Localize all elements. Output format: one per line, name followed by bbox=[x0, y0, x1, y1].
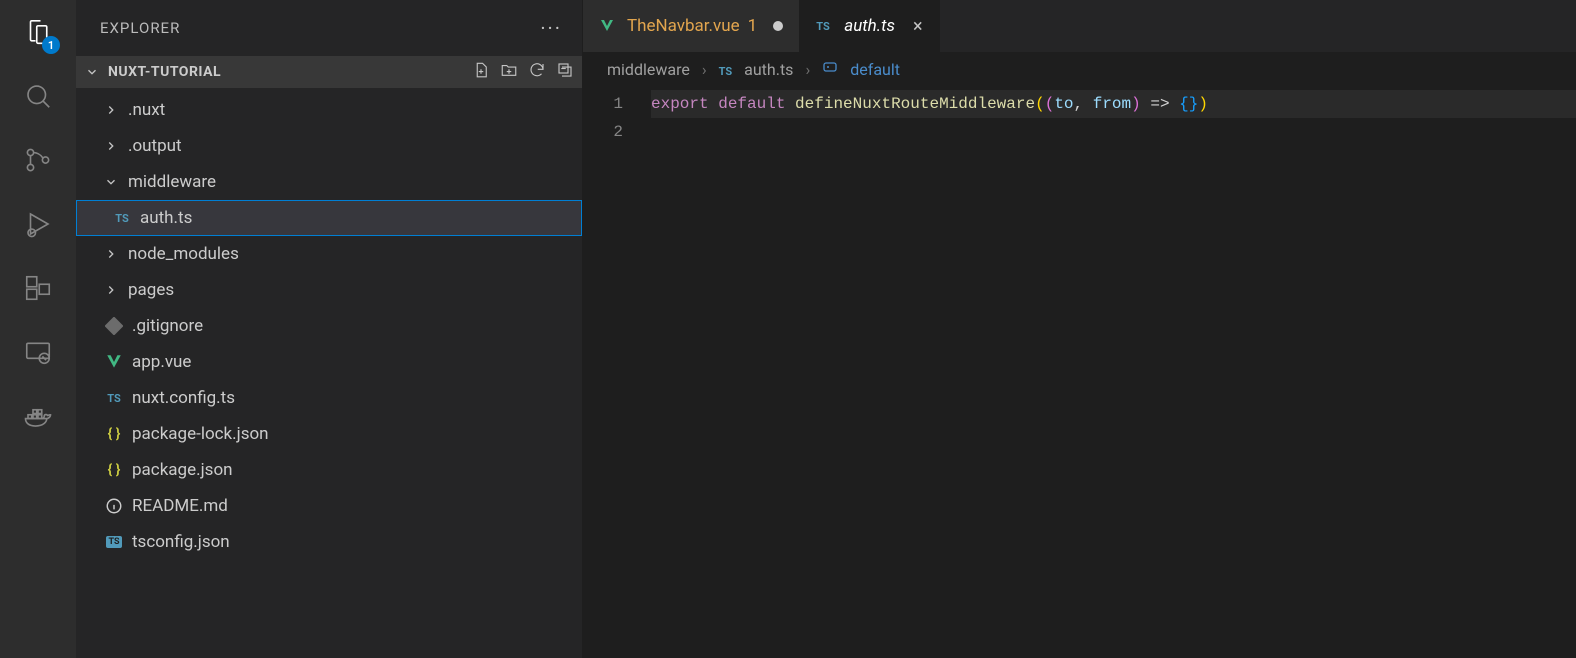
breadcrumb-folder[interactable]: middleware bbox=[607, 60, 690, 79]
token-arrow: => bbox=[1150, 95, 1169, 113]
line-number: 1 bbox=[583, 90, 623, 118]
chevron-right-icon: › bbox=[805, 60, 810, 79]
tab-modified-count: 1 bbox=[748, 16, 758, 36]
token-param: from bbox=[1093, 95, 1131, 113]
explorer-badge: 1 bbox=[42, 36, 60, 54]
file-tsconfig[interactable]: TS tsconfig.json bbox=[76, 524, 582, 560]
token-paren: ) bbox=[1198, 95, 1208, 113]
folder-nuxt[interactable]: .nuxt bbox=[76, 92, 582, 128]
file-package-json[interactable]: { } package.json bbox=[76, 452, 582, 488]
folder-middleware[interactable]: middleware bbox=[76, 164, 582, 200]
file-tree: .nuxt .output middleware TS auth.ts node… bbox=[76, 88, 582, 560]
tab-auth[interactable]: TS auth.ts × bbox=[800, 0, 939, 52]
chevron-down-icon bbox=[84, 65, 100, 79]
tree-label: middleware bbox=[128, 172, 216, 192]
sidebar-header: EXPLORER ··· bbox=[76, 0, 582, 56]
chevron-right-icon: › bbox=[702, 60, 707, 79]
file-package-lock[interactable]: { } package-lock.json bbox=[76, 416, 582, 452]
code-content[interactable]: export default defineNuxtRouteMiddleware… bbox=[651, 90, 1576, 658]
activity-docker-icon[interactable] bbox=[20, 398, 56, 434]
file-readme[interactable]: README.md bbox=[76, 488, 582, 524]
folder-node-modules[interactable]: node_modules bbox=[76, 236, 582, 272]
activity-search-icon[interactable] bbox=[20, 78, 56, 114]
folder-pages[interactable]: pages bbox=[76, 272, 582, 308]
refresh-icon[interactable] bbox=[528, 61, 546, 83]
git-icon bbox=[104, 317, 124, 335]
file-app-vue[interactable]: app.vue bbox=[76, 344, 582, 380]
tree-label: README.md bbox=[132, 496, 228, 516]
breadcrumb-file[interactable]: auth.ts bbox=[744, 60, 793, 79]
tree-label: node_modules bbox=[128, 244, 239, 264]
tree-label: pages bbox=[128, 280, 174, 300]
token-brace: {} bbox=[1179, 95, 1198, 113]
activity-extensions-icon[interactable] bbox=[20, 270, 56, 306]
breadcrumb-symbol[interactable]: default bbox=[850, 60, 900, 79]
close-icon[interactable]: × bbox=[913, 16, 923, 37]
tree-label: package-lock.json bbox=[132, 424, 269, 444]
tab-label: auth.ts bbox=[844, 16, 895, 36]
tree-label: .nuxt bbox=[128, 100, 165, 120]
code-editor[interactable]: 1 2 export default defineNuxtRouteMiddle… bbox=[583, 86, 1576, 658]
folder-name: NUXT-TUTORIAL bbox=[108, 64, 221, 80]
activity-source-control-icon[interactable] bbox=[20, 142, 56, 178]
tab-thenavbar[interactable]: TheNavbar.vue 1 bbox=[583, 0, 800, 52]
chevron-right-icon bbox=[104, 247, 120, 261]
info-icon bbox=[104, 497, 124, 515]
file-gitignore[interactable]: .gitignore bbox=[76, 308, 582, 344]
activity-run-debug-icon[interactable] bbox=[20, 206, 56, 242]
typescript-icon: TS bbox=[719, 60, 733, 79]
activity-remote-icon[interactable] bbox=[20, 334, 56, 370]
tree-label: auth.ts bbox=[140, 208, 192, 228]
activity-explorer-icon[interactable]: 1 bbox=[20, 14, 56, 50]
sidebar-more-icon[interactable]: ··· bbox=[540, 16, 562, 40]
line-number: 2 bbox=[583, 118, 623, 146]
new-folder-icon[interactable] bbox=[500, 61, 518, 83]
tab-label: TheNavbar.vue bbox=[627, 16, 740, 36]
token-function: defineNuxtRouteMiddleware bbox=[795, 95, 1035, 113]
collapse-all-icon[interactable] bbox=[556, 61, 574, 83]
file-nuxt-config[interactable]: TS nuxt.config.ts bbox=[76, 380, 582, 416]
chevron-right-icon bbox=[104, 283, 120, 297]
chevron-right-icon bbox=[104, 103, 120, 117]
vue-icon bbox=[599, 18, 617, 34]
sidebar-title: EXPLORER bbox=[100, 19, 180, 37]
chevron-down-icon bbox=[104, 175, 120, 189]
token-comma: , bbox=[1074, 95, 1093, 113]
tree-label: .gitignore bbox=[132, 316, 203, 336]
json-icon: { } bbox=[104, 426, 124, 442]
token-paren: ( bbox=[1045, 95, 1055, 113]
tree-label: package.json bbox=[132, 460, 233, 480]
vue-icon bbox=[104, 353, 124, 371]
tree-label: tsconfig.json bbox=[132, 532, 230, 552]
token-param: to bbox=[1054, 95, 1073, 113]
token-paren: ) bbox=[1131, 95, 1141, 113]
tsconfig-icon: TS bbox=[104, 536, 124, 548]
chevron-right-icon bbox=[104, 139, 120, 153]
folder-output[interactable]: .output bbox=[76, 128, 582, 164]
tree-label: app.vue bbox=[132, 352, 191, 372]
editor-area: TheNavbar.vue 1 TS auth.ts × middleware … bbox=[583, 0, 1576, 658]
typescript-icon: TS bbox=[104, 392, 124, 405]
json-icon: { } bbox=[104, 462, 124, 478]
editor-tabs: TheNavbar.vue 1 TS auth.ts × bbox=[583, 0, 1576, 52]
activity-bar: 1 bbox=[0, 0, 76, 658]
explorer-sidebar: EXPLORER ··· NUXT-TUTORIAL .nuxt .output… bbox=[76, 0, 583, 658]
token-keyword: export bbox=[651, 95, 709, 113]
line-gutter: 1 2 bbox=[583, 90, 651, 658]
breadcrumbs[interactable]: middleware › TS auth.ts › default bbox=[583, 52, 1576, 86]
typescript-icon: TS bbox=[816, 20, 834, 33]
file-auth-ts[interactable]: TS auth.ts bbox=[76, 200, 582, 236]
token-keyword: default bbox=[718, 95, 785, 113]
new-file-icon[interactable] bbox=[472, 61, 490, 83]
token-paren: ( bbox=[1035, 95, 1045, 113]
tree-label: .output bbox=[128, 136, 182, 156]
typescript-icon: TS bbox=[112, 212, 132, 225]
dirty-indicator-icon bbox=[773, 21, 783, 31]
symbol-icon bbox=[822, 59, 838, 79]
folder-section-header[interactable]: NUXT-TUTORIAL bbox=[76, 56, 582, 88]
tree-label: nuxt.config.ts bbox=[132, 388, 235, 408]
